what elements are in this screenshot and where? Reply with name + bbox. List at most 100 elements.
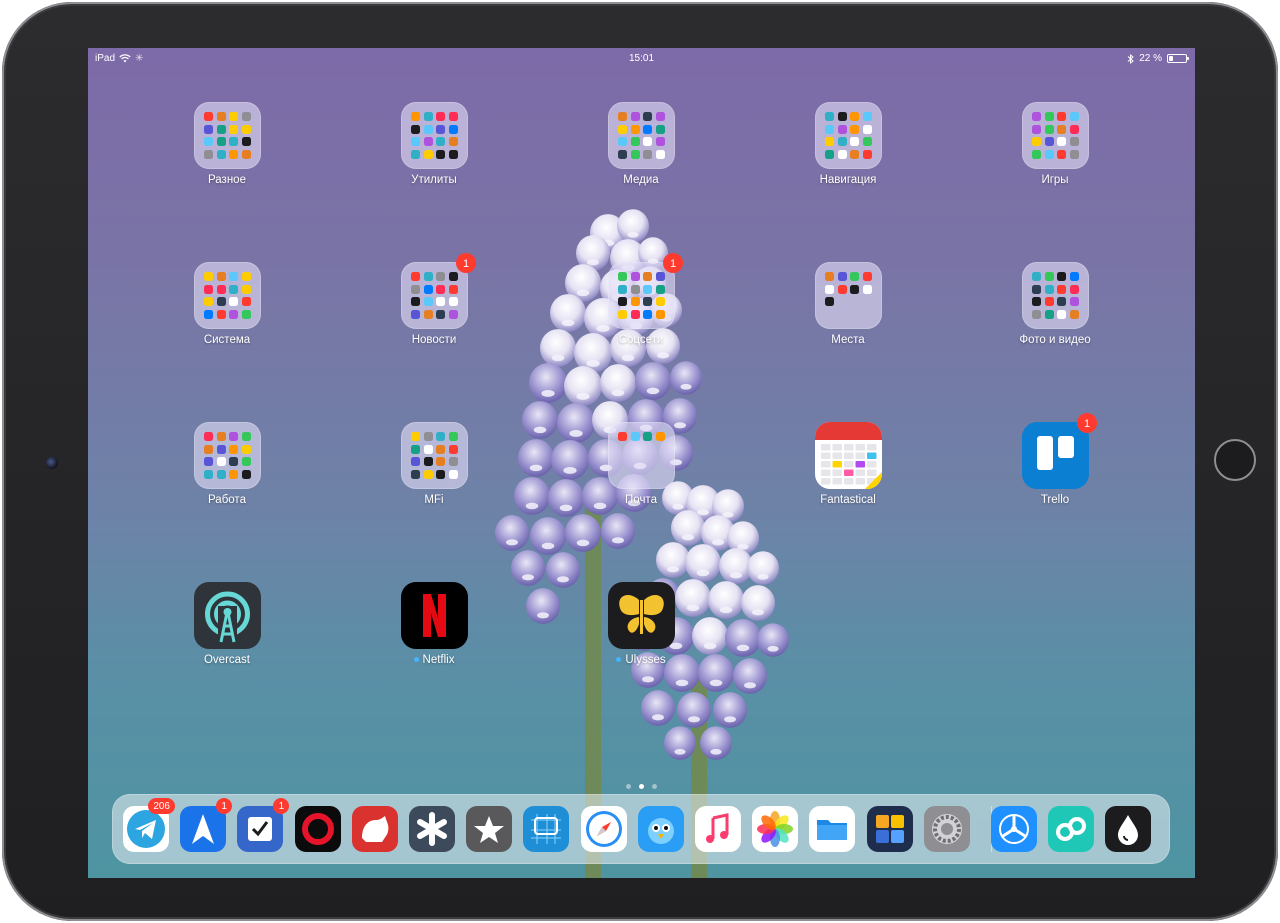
folder-games[interactable]: Игры [1000, 102, 1110, 192]
dock-bear[interactable] [351, 806, 398, 852]
folder-social[interactable]: 1 Соцсети [586, 253, 696, 352]
mini-app-icon [862, 124, 872, 134]
butterfly-icon[interactable] [608, 582, 675, 649]
mini-app-icon [423, 444, 433, 454]
app-label: Медиа [576, 174, 706, 186]
new-app-dot [413, 657, 419, 663]
app-label: Фото и видео [990, 334, 1120, 346]
dock-safari[interactable] [580, 806, 627, 852]
dock-reeder[interactable] [466, 806, 513, 852]
folder-icon[interactable] [1022, 262, 1089, 329]
dock-testflight[interactable] [991, 806, 1037, 852]
dock-tweetbot[interactable] [637, 806, 684, 852]
app-ulysses[interactable]: Ulysses [586, 582, 696, 672]
folder-icon[interactable] [815, 102, 882, 169]
mini-app-icon [229, 284, 238, 294]
notification-badge: 1 [273, 798, 290, 814]
app-netflix[interactable]: Netflix [379, 582, 489, 672]
mini-app-icon [204, 457, 213, 466]
folder-icon[interactable] [194, 262, 261, 329]
mini-app-icon [825, 112, 834, 121]
folder-icon[interactable] [608, 262, 675, 329]
page-dot[interactable] [626, 784, 631, 789]
page-dot[interactable] [652, 784, 657, 789]
folder-news[interactable]: 1 Новости [379, 253, 489, 352]
mini-app-icon [204, 112, 213, 121]
calendar-icon[interactable] [815, 422, 882, 489]
dock-activity[interactable] [294, 806, 341, 852]
folder-icon[interactable] [1022, 102, 1089, 169]
mini-app-icon [448, 457, 458, 466]
folder-icon[interactable] [401, 262, 468, 329]
app-fantastical[interactable]: Fantastical [793, 422, 903, 512]
folder-icon[interactable] [608, 422, 675, 489]
mini-app-icon [229, 112, 238, 121]
mini-app-icon [241, 469, 251, 479]
folder-icon[interactable] [401, 102, 468, 169]
podcast-antenna-icon[interactable] [194, 582, 261, 649]
dock-settings[interactable] [923, 806, 970, 852]
folder-icon[interactable] [194, 422, 261, 489]
netflix-n-icon[interactable] [401, 582, 468, 649]
dock-omnifocus-tasks[interactable]: 1 [237, 798, 290, 852]
mini-app-icon [411, 309, 420, 319]
mini-app-icon [423, 272, 433, 281]
mini-app-icon [411, 432, 420, 441]
dock-photos[interactable] [752, 806, 799, 852]
dock-files[interactable] [809, 806, 856, 852]
app-label: MFi [369, 494, 499, 506]
folder-icon[interactable] [401, 422, 468, 489]
dock-documents[interactable] [866, 806, 913, 852]
mini-app-icon [216, 469, 226, 479]
page-indicator[interactable] [88, 776, 1195, 794]
mini-app-icon [229, 309, 238, 319]
app-overcast[interactable]: Overcast [172, 582, 282, 672]
page-dot[interactable] [639, 784, 644, 789]
mini-app-icon [1057, 309, 1066, 319]
dock-telegram[interactable]: 206 [123, 798, 175, 852]
mini-app-icon [1069, 284, 1079, 294]
folder-icon [809, 806, 856, 852]
folder-places[interactable]: Места [793, 262, 903, 352]
folder-icon[interactable] [608, 102, 675, 169]
app-label: Разное [162, 174, 292, 186]
notification-badge: 206 [148, 798, 175, 814]
dock-blueprint[interactable] [523, 806, 570, 852]
mini-app-icon [204, 297, 213, 306]
mini-app-icon [411, 124, 420, 134]
app-label-text: Медиа [623, 174, 659, 186]
mini-app-icon [229, 469, 238, 479]
dock-spark[interactable]: 1 [180, 798, 233, 852]
mini-app-icon [448, 469, 458, 479]
folder-raznoe[interactable]: Разное [172, 102, 282, 192]
folder-work[interactable]: Работа [172, 422, 282, 512]
folder-icon[interactable] [815, 262, 882, 329]
folder-system[interactable]: Система [172, 262, 282, 352]
home-button[interactable] [1214, 439, 1256, 481]
mini-app-icon [1044, 309, 1054, 319]
mini-app-icon [618, 149, 627, 159]
dock-workflow[interactable] [1048, 806, 1095, 852]
mini-app-icon [423, 309, 433, 319]
mini-app-icon [229, 149, 238, 159]
folder-navigation[interactable]: Навигация [793, 102, 903, 192]
dock-launcher[interactable] [409, 806, 455, 852]
app-trello[interactable]: 1 Trello [1000, 413, 1110, 512]
folder-icon[interactable] [194, 102, 261, 169]
app-label-text: Почта [625, 494, 657, 506]
mini-app-icon [436, 124, 445, 134]
dock-music[interactable] [695, 806, 741, 852]
mini-app-icon [1044, 137, 1054, 146]
folder-photo-video[interactable]: Фото и видео [1000, 262, 1110, 352]
dock-drop[interactable] [1105, 806, 1152, 852]
folder-mail[interactable]: Почта [586, 422, 696, 512]
trello-icon[interactable] [1022, 422, 1089, 489]
mini-app-icon [436, 432, 445, 441]
ring-icon [294, 806, 341, 852]
mini-app-icon [216, 272, 226, 281]
folder-utility[interactable]: Утилиты [379, 102, 489, 192]
folder-media[interactable]: Медиа [586, 102, 696, 192]
folder-mfi[interactable]: MFi [379, 422, 489, 512]
home-screen: iPad ✳ 15:01 22 % Разное Утилиты Медиа Нави… [88, 48, 1195, 878]
mini-app-icon [1069, 137, 1079, 146]
